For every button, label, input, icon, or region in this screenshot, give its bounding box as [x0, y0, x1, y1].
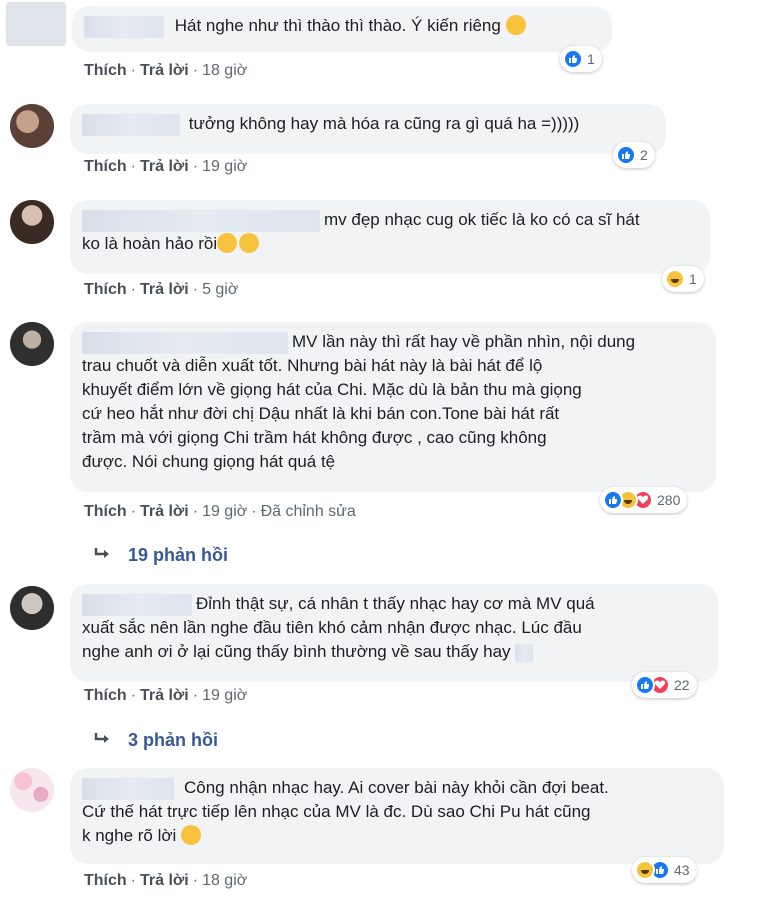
- like-reaction-icon: [635, 675, 655, 695]
- rolling-laughing-emoji-icon: [239, 233, 260, 253]
- avatar[interactable]: [10, 586, 54, 630]
- comment-actions: Thích · Trả lời · 19 giờ: [84, 158, 248, 175]
- like-link[interactable]: Thích: [84, 503, 127, 520]
- reaction-summary[interactable]: 43: [632, 857, 697, 883]
- like-reaction-icon: [616, 145, 636, 165]
- comment-actions: Thích · Trả lời · 5 giờ: [84, 281, 239, 298]
- view-replies-link[interactable]: 3 phản hồi: [94, 730, 218, 751]
- comment-text-line: ko là hoàn hảo rồi: [82, 234, 218, 253]
- comment-text-line: nghe anh ơi ở lại cũng thấy bình thường …: [82, 642, 511, 661]
- reaction-summary[interactable]: 280: [600, 487, 688, 513]
- comment-bubble: tưởng không hay mà hóa ra cũng ra gì quá…: [70, 104, 666, 154]
- comment-bubble: Công nhận nhạc hay. Ai cover bài này khỏ…: [70, 768, 724, 864]
- timestamp[interactable]: 18 giờ: [202, 872, 247, 889]
- like-link[interactable]: Thích: [84, 687, 127, 704]
- avatar[interactable]: [6, 2, 66, 46]
- reaction-summary[interactable]: 1: [560, 46, 602, 72]
- comment-actions: Thích · Trả lời · 19 giờ: [84, 687, 248, 704]
- reply-link[interactable]: Trả lời: [140, 62, 189, 79]
- like-link[interactable]: Thích: [84, 62, 127, 79]
- timestamp[interactable]: 19 giờ: [202, 503, 247, 520]
- reply-arrow-icon: [94, 545, 112, 566]
- reply-link[interactable]: Trả lời: [140, 281, 189, 298]
- comment-text-line: Công nhận nhạc hay. Ai cover bài này khỏ…: [184, 778, 609, 797]
- haha-reaction-icon: [635, 860, 655, 880]
- like-link[interactable]: Thích: [84, 281, 127, 298]
- comment-text-line: MV lần này thì rất hay về phần nhìn, nội…: [292, 332, 636, 351]
- comment-text-line: khuyết điểm lớn về giọng hát của Chi. Mặ…: [82, 380, 582, 399]
- view-replies-link[interactable]: 19 phản hồi: [94, 545, 228, 566]
- like-link[interactable]: Thích: [84, 872, 127, 889]
- author-name[interactable]: [82, 593, 192, 616]
- like-reaction-icon: [563, 49, 583, 69]
- reply-link[interactable]: Trả lời: [140, 158, 189, 175]
- like-link[interactable]: Thích: [84, 158, 127, 175]
- comment-text: Hát nghe như thì thào thì thào. Ý kiến r…: [174, 16, 501, 35]
- reaction-summary[interactable]: 22: [632, 672, 697, 698]
- edited-label[interactable]: Đã chỉnh sửa: [261, 503, 356, 520]
- timestamp[interactable]: 19 giờ: [202, 687, 247, 704]
- comment-text-line: Đỉnh thật sự, cá nhân t thấy nhạc hay cơ…: [196, 594, 595, 613]
- avatar[interactable]: [10, 768, 54, 812]
- comment-actions: Thích · Trả lời · 19 giờ · Đã chỉnh sửa: [84, 503, 356, 520]
- comment-bubble: mv đẹp nhạc cug ok tiếc là ko có ca sĩ h…: [70, 200, 710, 274]
- avatar[interactable]: [10, 200, 54, 244]
- comment-text-line: trầm mà với giọng Chi trầm hát không đượ…: [82, 428, 547, 447]
- reaction-count: 1: [587, 51, 595, 67]
- author-name[interactable]: [84, 15, 164, 38]
- reaction-summary[interactable]: 2: [613, 142, 655, 168]
- replies-count: 19 phản hồi: [128, 545, 229, 565]
- reaction-summary[interactable]: 1: [662, 266, 704, 292]
- timestamp[interactable]: 5 giờ: [202, 281, 238, 298]
- reply-link[interactable]: Trả lời: [140, 503, 189, 520]
- reaction-count: 2: [640, 147, 648, 163]
- author-name[interactable]: [82, 777, 174, 800]
- comment-text-line: Cứ thế hát trực tiếp lên nhạc của MV là …: [82, 802, 591, 821]
- replies-count: 3 phản hồi: [128, 730, 218, 750]
- comment-text-line: trau chuốt và diễn xuất tốt. Nhưng bài h…: [82, 356, 543, 375]
- like-reaction-icon: [603, 490, 623, 510]
- avatar[interactable]: [10, 104, 54, 148]
- reaction-count: 43: [674, 862, 690, 878]
- comment-text-line: cứ heo hắt như đời chị Dậu nhất là khi b…: [82, 404, 560, 423]
- comment-bubble: MV lần này thì rất hay về phần nhìn, nội…: [70, 322, 716, 492]
- grinning-emoji-icon: [181, 825, 202, 845]
- reply-link[interactable]: Trả lời: [140, 872, 189, 889]
- reply-link[interactable]: Trả lời: [140, 687, 189, 704]
- comment-bubble: Hát nghe như thì thào thì thào. Ý kiến r…: [72, 6, 612, 52]
- timestamp[interactable]: 19 giờ: [202, 158, 247, 175]
- comment-text: tưởng không hay mà hóa ra cũng ra gì quá…: [188, 114, 580, 133]
- author-name[interactable]: [82, 331, 288, 354]
- comment-text-line: mv đẹp nhạc cug ok tiếc là ko có ca sĩ h…: [324, 210, 640, 229]
- blurred-emoji: [515, 643, 534, 662]
- reaction-count: 22: [674, 677, 690, 693]
- comment-text-line: xuất sắc nên lần nghe đầu tiên khó cảm n…: [82, 618, 582, 637]
- avatar[interactable]: [10, 322, 54, 366]
- reaction-count: 1: [689, 271, 697, 287]
- timestamp[interactable]: 18 giờ: [202, 62, 247, 79]
- comment-actions: Thích · Trả lời · 18 giờ: [84, 62, 248, 79]
- rolling-laughing-emoji-icon: [217, 233, 238, 253]
- reaction-count: 280: [657, 492, 681, 508]
- reply-arrow-icon: [94, 730, 112, 751]
- haha-reaction-icon: [665, 269, 685, 289]
- author-name[interactable]: [82, 113, 180, 136]
- comment-text-line: k nghe rõ lời: [82, 826, 177, 845]
- comment-actions: Thích · Trả lời · 18 giờ: [84, 872, 248, 889]
- comment-text-line: được. Nói chung giọng hát quá tệ: [82, 452, 336, 471]
- sweat-smile-emoji-icon: [505, 15, 526, 35]
- author-name[interactable]: [82, 209, 320, 232]
- comment-bubble: Đỉnh thật sự, cá nhân t thấy nhạc hay cơ…: [70, 584, 718, 682]
